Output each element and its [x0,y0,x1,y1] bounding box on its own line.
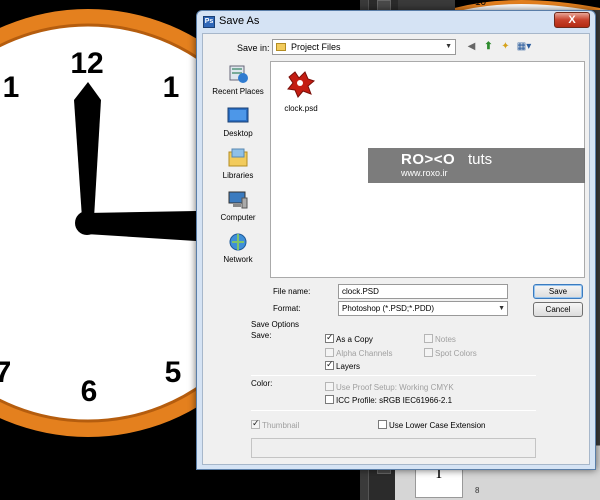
chevron-down-icon: ▼ [498,305,505,312]
icc-profile-text: ICC Profile: sRGB IEC61966-2.1 [336,396,453,405]
back-icon[interactable]: ◀ [465,40,478,53]
watermark-suffix: tuts [468,151,493,168]
chevron-down-icon: ▼ [445,43,452,50]
icc-profile-checkbox[interactable] [325,395,334,404]
network-icon [229,233,247,251]
thumbnail-text: Thumbnail [262,421,300,430]
layers-checkbox[interactable] [325,359,334,370]
roxo-watermark: RO><O tuts www.roxo.ir [368,148,585,183]
as-a-copy-option[interactable]: As a Copy [325,332,373,344]
alpha-channels-option[interactable]: Alpha Channels [325,348,392,358]
notes-text: Notes [435,335,456,344]
save-in-label: Save in: [237,43,270,53]
save-in-dropdown[interactable]: Project Files ▼ [272,39,456,55]
alpha-channels-text: Alpha Channels [336,349,393,358]
layers-option[interactable]: Layers [325,359,361,371]
notes-checkbox[interactable] [424,334,433,343]
alpha-channels-checkbox[interactable] [325,348,334,357]
up-folder-icon[interactable]: ⬆ [482,40,495,53]
file-item[interactable]: clock.psd [281,69,321,113]
place-label: Recent Places [212,87,264,96]
lower-case-ext-option[interactable]: Use Lower Case Extension [378,420,486,430]
divider [251,410,536,411]
layer-number: 8 [475,486,480,495]
lower-case-ext-checkbox[interactable] [378,420,387,429]
folder-icon [276,43,286,51]
notes-option[interactable]: Notes [424,334,456,344]
save-button[interactable]: Save [533,284,583,299]
dialog-client-area: Save in: Project Files ▼ ◀ ⬆ ✦ ▦▾ Recent… [202,33,590,465]
place-label: Network [223,255,253,264]
lower-case-ext-text: Use Lower Case Extension [389,421,486,430]
save-label: Save: [251,331,272,340]
as-a-copy-checkbox[interactable] [325,332,334,343]
place-network[interactable]: Network [209,232,267,264]
icc-profile-option[interactable]: ICC Profile: sRGB IEC61966-2.1 [325,395,452,405]
psd-file-icon [287,71,316,98]
place-recent-places[interactable]: Recent Places [209,64,267,96]
format-value: Photoshop (*.PSD;*.PDD) [342,304,435,313]
file-name-label: clock.psd [284,104,318,113]
layers-text: Layers [336,362,361,371]
computer-icon [228,191,248,209]
save-options-heading: Save Options [251,320,300,329]
place-label: Desktop [223,129,253,138]
as-a-copy-text: As a Copy [336,335,373,344]
use-proof-setup-checkbox[interactable] [325,382,334,391]
clock-number-11-partial: 1 [3,71,20,104]
place-computer[interactable]: Computer [209,190,267,222]
libraries-icon [228,148,248,167]
place-desktop[interactable]: Desktop [209,106,267,138]
desktop-icon [227,107,249,123]
views-menu-icon[interactable]: ▦▾ [516,40,532,53]
description-box [251,438,536,458]
place-libraries[interactable]: Libraries [209,148,267,180]
dialog-titlebar[interactable]: Ps Save As X [197,11,595,33]
save-as-dialog: Ps Save As X Save in: Project Files ▼ ◀ … [196,10,596,470]
recent-places-icon [229,65,248,83]
clock2-number-10: 10 [475,0,487,8]
clock-number-6: 6 [81,375,98,408]
use-proof-setup-text: Use Proof Setup: Working CMYK [336,383,454,392]
clock-number-7: 7 [0,356,11,389]
close-button[interactable]: X [554,12,590,28]
clock-number-5: 5 [165,356,182,389]
dialog-title: Save As [219,15,260,27]
spot-colors-checkbox[interactable] [424,348,433,357]
format-label: Format: [273,304,301,313]
spot-colors-option[interactable]: Spot Colors [424,348,477,358]
new-folder-icon[interactable]: ✦ [499,40,512,53]
second-clock-edge: 10 2 [455,0,600,10]
place-label: Computer [220,213,256,222]
clock2-number-2: 2 [582,0,588,8]
save-in-value: Project Files [291,42,341,52]
file-name-input[interactable]: clock.PSD [338,284,508,299]
watermark-brand: RO><O [401,151,456,168]
file-name-label: File name: [273,287,311,296]
use-proof-setup-option[interactable]: Use Proof Setup: Working CMYK [325,382,454,392]
format-dropdown[interactable]: Photoshop (*.PSD;*.PDD) ▼ [338,301,508,316]
place-label: Libraries [222,171,254,180]
thumbnail-option[interactable]: Thumbnail [251,418,300,430]
clock-number-1: 1 [163,71,180,104]
photoshop-icon: Ps [203,16,215,28]
thumbnail-checkbox[interactable] [251,418,260,429]
watermark-url: www.roxo.ir [401,168,448,178]
spot-colors-text: Spot Colors [435,349,477,358]
divider [251,375,536,376]
clock-number-12: 12 [70,47,103,80]
clock-center [75,211,99,235]
cancel-button[interactable]: Cancel [533,302,583,317]
color-label: Color: [251,379,273,388]
